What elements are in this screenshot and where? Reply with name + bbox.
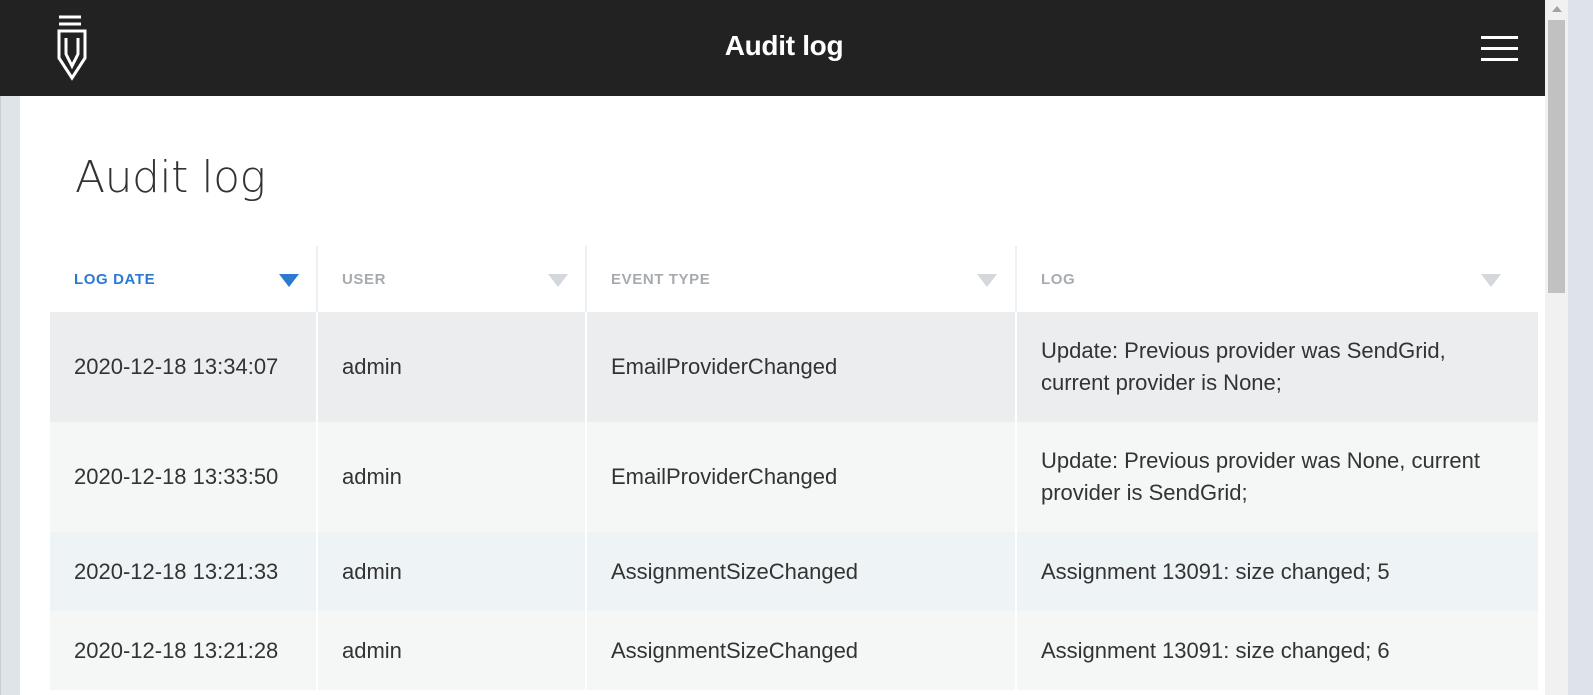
- event-type-value: AssignmentSizeChanged: [611, 558, 859, 584]
- column-label[interactable]: EVENT TYPE: [611, 271, 710, 288]
- sort-toggle-icon[interactable]: [548, 274, 568, 287]
- cell-log: Assignment 13091: size changed; 5: [1017, 532, 1538, 611]
- cell-log: Assignment 13091: size changed; 6: [1017, 611, 1538, 690]
- column-label[interactable]: LOG DATE: [74, 271, 155, 288]
- cell-user: admin: [318, 312, 587, 422]
- table-row[interactable]: 2020-12-18 13:33:50 admin EmailProviderC…: [50, 422, 1538, 532]
- sort-descending-icon[interactable]: [279, 274, 299, 287]
- log-date-value: 2020-12-18 13:21:33: [74, 558, 279, 584]
- log-value: Update: Previous provider was SendGrid, …: [1041, 338, 1446, 395]
- event-type-value: EmailProviderChanged: [611, 464, 838, 489]
- table-header: LOG DATE USER EVENT TYPE LOG: [50, 246, 1538, 312]
- app-title: Audit log: [724, 30, 844, 61]
- cell-log-date: 2020-12-18 13:34:07: [50, 312, 318, 422]
- event-type-value: AssignmentSizeChanged: [611, 637, 859, 663]
- user-value: admin: [342, 354, 402, 379]
- table-row[interactable]: 2020-12-18 13:21:33 admin AssignmentSize…: [50, 532, 1538, 611]
- table-row[interactable]: 2020-12-18 13:34:07 admin EmailProviderC…: [50, 312, 1538, 422]
- scroll-up-arrow-icon[interactable]: [1552, 6, 1562, 12]
- event-type-value: EmailProviderChanged: [611, 354, 838, 379]
- top-bar: Audit log: [0, 0, 1568, 96]
- column-header-log-date[interactable]: LOG DATE: [50, 246, 318, 312]
- log-date-value: 2020-12-18 13:34:07: [74, 354, 279, 379]
- log-date-value: 2020-12-18 13:21:28: [74, 637, 279, 663]
- cell-log-date: 2020-12-18 13:21:28: [50, 611, 318, 690]
- cell-event-type: AssignmentSizeChanged: [587, 611, 1017, 690]
- log-value: Update: Previous provider was None, curr…: [1041, 448, 1480, 505]
- log-date-value: 2020-12-18 13:33:50: [74, 464, 279, 489]
- cell-user: admin: [318, 422, 587, 532]
- table-row[interactable]: 2020-12-18 13:21:28 admin AssignmentSize…: [50, 611, 1538, 690]
- cell-user: admin: [318, 532, 587, 611]
- scrollbar-thumb[interactable]: [1548, 20, 1565, 293]
- vertical-scrollbar[interactable]: [1545, 0, 1568, 695]
- cell-log-date: 2020-12-18 13:21:33: [50, 532, 318, 611]
- log-value: Assignment 13091: size changed; 6: [1041, 637, 1390, 663]
- column-header-event-type[interactable]: EVENT TYPE: [587, 246, 1017, 312]
- user-value: admin: [342, 558, 402, 584]
- cell-log-date: 2020-12-18 13:33:50: [50, 422, 318, 532]
- sort-toggle-icon[interactable]: [977, 274, 997, 287]
- cell-log: Update: Previous provider was SendGrid, …: [1017, 312, 1538, 422]
- cell-user: admin: [318, 611, 587, 690]
- user-value: admin: [342, 464, 402, 489]
- user-value: admin: [342, 637, 402, 663]
- audit-log-table: LOG DATE USER EVENT TYPE LOG 2020-12-18 …: [50, 246, 1538, 690]
- cell-event-type: EmailProviderChanged: [587, 312, 1017, 422]
- cell-event-type: EmailProviderChanged: [587, 422, 1017, 532]
- column-label[interactable]: USER: [342, 271, 386, 288]
- column-label[interactable]: LOG: [1041, 271, 1075, 288]
- cell-log: Update: Previous provider was None, curr…: [1017, 422, 1538, 532]
- main-content: Audit log LOG DATE USER EVENT TYPE LOG 2…: [20, 96, 1568, 695]
- hamburger-menu-icon[interactable]: [1481, 36, 1518, 61]
- page-title: Audit log: [75, 152, 266, 203]
- left-gutter: [0, 96, 20, 695]
- column-header-user[interactable]: USER: [318, 246, 587, 312]
- cell-event-type: AssignmentSizeChanged: [587, 532, 1017, 611]
- sort-toggle-icon[interactable]: [1481, 274, 1501, 287]
- column-header-log[interactable]: LOG: [1017, 246, 1538, 312]
- log-value: Assignment 13091: size changed; 5: [1041, 558, 1390, 584]
